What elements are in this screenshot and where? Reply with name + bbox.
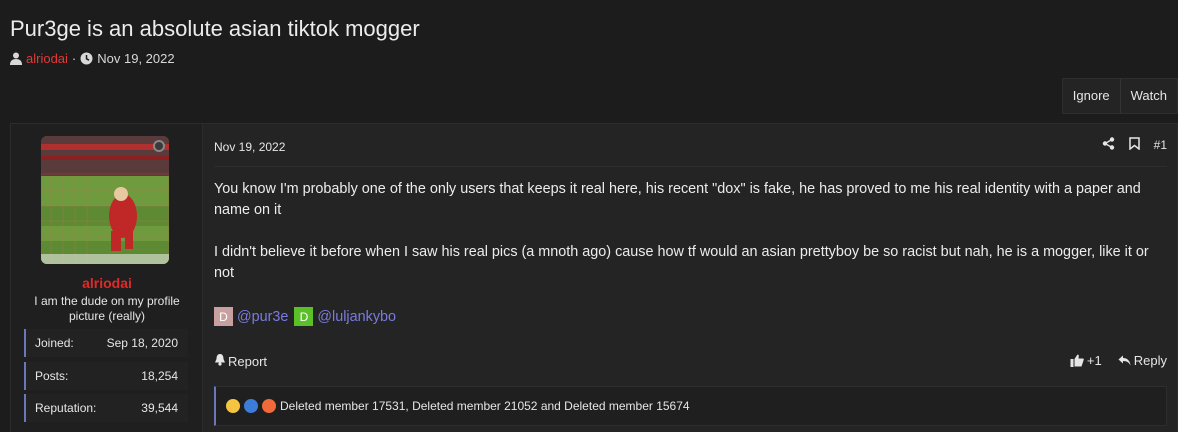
mention-link[interactable]: @pur3e bbox=[237, 309, 288, 325]
post: alriodai I am the dude on my profile pic… bbox=[10, 123, 1178, 432]
share-icon[interactable] bbox=[1102, 137, 1115, 153]
post-username[interactable]: alriodai bbox=[11, 275, 203, 291]
watch-button[interactable]: Watch bbox=[1119, 79, 1177, 113]
reactions-bar[interactable]: Deleted member 17531, Deleted member 210… bbox=[214, 386, 1167, 426]
thread-button-group: Ignore Watch bbox=[1061, 78, 1178, 114]
post-date[interactable]: Nov 19, 2022 bbox=[214, 140, 285, 154]
reply-label: Reply bbox=[1133, 353, 1167, 368]
post-body: You know I'm probably one of the only us… bbox=[214, 179, 1164, 305]
user-icon bbox=[10, 52, 22, 65]
mentions: D @pur3e D @luljankybo bbox=[214, 307, 398, 326]
post-footer-actions: +1 Reply bbox=[1070, 353, 1167, 368]
post-user-panel: alriodai I am the dude on my profile pic… bbox=[11, 124, 203, 432]
post-main: Nov 19, 2022 #1 You know I'm probably on… bbox=[204, 124, 1177, 432]
online-status-indicator bbox=[153, 140, 165, 152]
ignore-button[interactable]: Ignore bbox=[1063, 79, 1120, 113]
stat-value: 39,544 bbox=[141, 401, 178, 415]
avatar[interactable] bbox=[41, 136, 169, 264]
post-paragraph: You know I'm probably one of the only us… bbox=[214, 181, 1141, 218]
reply-button[interactable]: Reply bbox=[1118, 353, 1167, 368]
clock-icon bbox=[80, 52, 93, 65]
stat-label: Posts: bbox=[35, 369, 69, 383]
bell-icon bbox=[214, 353, 226, 369]
thread-meta: alriodai · Nov 19, 2022 bbox=[10, 51, 175, 66]
bookmark-icon[interactable] bbox=[1128, 137, 1140, 153]
mention-badge: D bbox=[214, 307, 233, 326]
thread-title: Pur3ge is an absolute asian tiktok mogge… bbox=[10, 16, 420, 41]
thread-author-link[interactable]: alriodai bbox=[26, 51, 68, 66]
post-actions-top: #1 bbox=[1102, 137, 1167, 153]
thread-date[interactable]: Nov 19, 2022 bbox=[97, 51, 174, 66]
mention-link[interactable]: @luljankybo bbox=[317, 309, 396, 325]
mention-badge: D bbox=[294, 307, 314, 326]
stat-joined: Joined: Sep 18, 2020 bbox=[24, 329, 188, 357]
like-button[interactable]: +1 bbox=[1070, 353, 1102, 368]
report-button[interactable]: Report bbox=[214, 353, 267, 369]
user-title: I am the dude on my profile picture (rea… bbox=[34, 294, 180, 323]
reply-icon bbox=[1118, 355, 1131, 366]
report-label: Report bbox=[228, 353, 268, 369]
post-divider bbox=[214, 166, 1167, 167]
stat-value: Sep 18, 2020 bbox=[106, 336, 178, 350]
stat-label: Joined: bbox=[35, 336, 74, 350]
love-emoji-icon bbox=[262, 399, 276, 413]
stat-value: 18,254 bbox=[141, 369, 178, 383]
stat-reputation: Reputation: 39,544 bbox=[24, 394, 188, 422]
like-emoji-icon bbox=[244, 399, 258, 413]
stat-label: Reputation: bbox=[35, 401, 97, 415]
like-count: +1 bbox=[1086, 353, 1102, 368]
wow-emoji-icon bbox=[226, 399, 240, 413]
stat-posts: Posts: 18,254 bbox=[24, 362, 188, 390]
post-number[interactable]: #1 bbox=[1154, 138, 1167, 152]
thumbs-up-icon bbox=[1070, 354, 1084, 367]
post-paragraph: I didn't believe it before when I saw hi… bbox=[214, 244, 1149, 281]
reactions-text: Deleted member 17531, Deleted member 210… bbox=[280, 399, 690, 413]
meta-separator: · bbox=[71, 51, 77, 66]
